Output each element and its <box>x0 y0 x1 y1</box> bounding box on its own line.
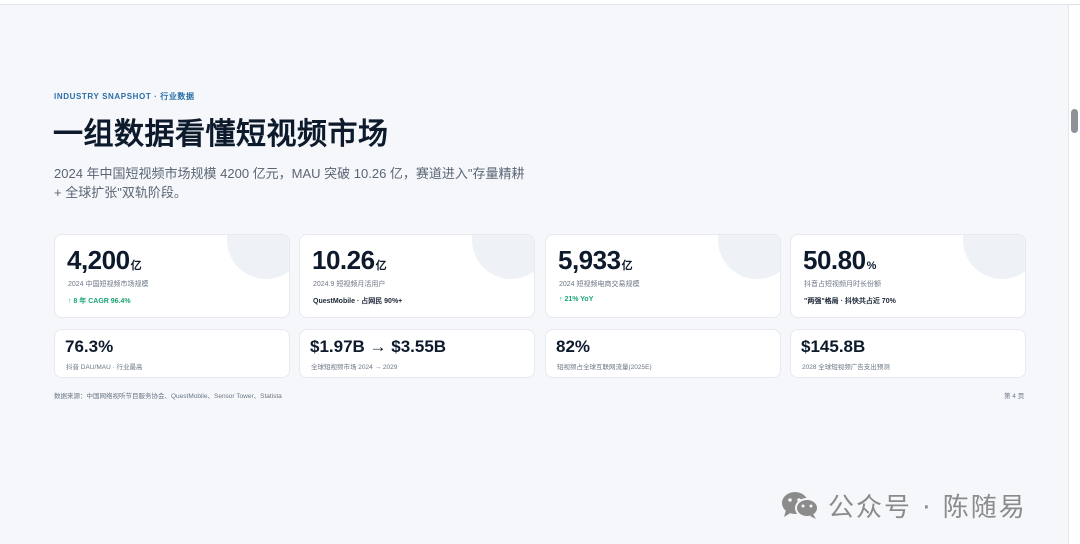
page-title: 一组数据看懂短视频市场 <box>53 118 389 151</box>
watermark: 公众号 · 陈随易 <box>780 489 1027 523</box>
vertical-scrollbar[interactable] <box>1068 5 1080 544</box>
metric-label: 2024 短视频电商交易规模 <box>559 281 640 288</box>
metric-card-market-size: 4,200亿 2024 中国短视频市场规模 ↑ 8 年 CAGR 96.4% <box>54 234 290 318</box>
metric-value: 10.26亿 <box>312 245 387 275</box>
scrollbar-thumb[interactable] <box>1071 109 1078 133</box>
metric-card-ecommerce: 5,933亿 2024 短视频电商交易规模 ↑ 21% YoY <box>545 234 781 318</box>
decorative-circle <box>227 235 289 279</box>
metric-value: 4,200亿 <box>67 245 142 275</box>
slide-page: INDUSTRY SNAPSHOT · 行业数据 一组数据看懂短视频市场 202… <box>0 5 1068 544</box>
stat-card-ad-spend: $145.8B 2028 全球短视频广告支出预测 <box>790 329 1026 378</box>
metric-value: 5,933亿 <box>558 245 633 275</box>
stat-card-traffic-share: 82% 短视频占全球互联网流量(2025E) <box>545 329 781 378</box>
lead-paragraph: 2024 年中国短视频市场规模 4200 亿元，MAU 突破 10.26 亿，赛… <box>54 166 525 200</box>
wechat-icon <box>782 492 819 519</box>
metric-label: 2024 中国短视频市场规模 <box>68 281 149 288</box>
metric-note: ↑ 8 年 CAGR 96.4% <box>68 298 131 305</box>
metric-note: "两强"格局 · 抖快共占近 70% <box>804 298 896 305</box>
metric-value: 50.80% <box>803 245 877 275</box>
stat-value: 76.3% <box>65 337 114 356</box>
stat-label: 全球短视频市场 2024 → 2029 <box>311 364 398 371</box>
decorative-circle <box>472 235 534 279</box>
watermark-text: 公众号 · 陈随易 <box>828 492 1027 523</box>
metric-card-mau: 10.26亿 2024.9 短视频月活用户 QuestMobile · 占网民 … <box>299 234 535 318</box>
metric-label: 抖音占短视频月时长份额 <box>804 281 881 288</box>
page-number: 第 4 页 <box>1004 393 1025 400</box>
data-source-footnote: 数据来源：中国网络视听节目服务协会、QuestMobile、Sensor Tow… <box>54 393 282 400</box>
stat-label: 短视频占全球互联网流量(2025E) <box>557 364 652 371</box>
decorative-circle <box>963 235 1025 279</box>
decorative-circle <box>718 235 780 279</box>
metric-note: ↑ 21% YoY <box>559 296 594 303</box>
stat-value: $1.97B → $3.55B <box>310 337 447 356</box>
metric-label: 2024.9 短视频月活用户 <box>313 281 386 288</box>
stat-card-global-market: $1.97B → $3.55B 全球短视频市场 2024 → 2029 <box>299 329 535 378</box>
stat-label: 抖音 DAU/MAU · 行业最高 <box>66 364 143 371</box>
stat-label: 2028 全球短视频广告支出预测 <box>802 364 890 371</box>
metric-note: QuestMobile · 占网民 90%+ <box>313 298 403 305</box>
metric-card-share: 50.80% 抖音占短视频月时长份额 "两强"格局 · 抖快共占近 70% <box>790 234 1026 318</box>
stat-value: $145.8B <box>801 337 866 356</box>
stat-value: 82% <box>556 337 591 356</box>
eyebrow-label: INDUSTRY SNAPSHOT · 行业数据 <box>54 92 195 101</box>
stat-card-dau-ratio: 76.3% 抖音 DAU/MAU · 行业最高 <box>54 329 290 378</box>
